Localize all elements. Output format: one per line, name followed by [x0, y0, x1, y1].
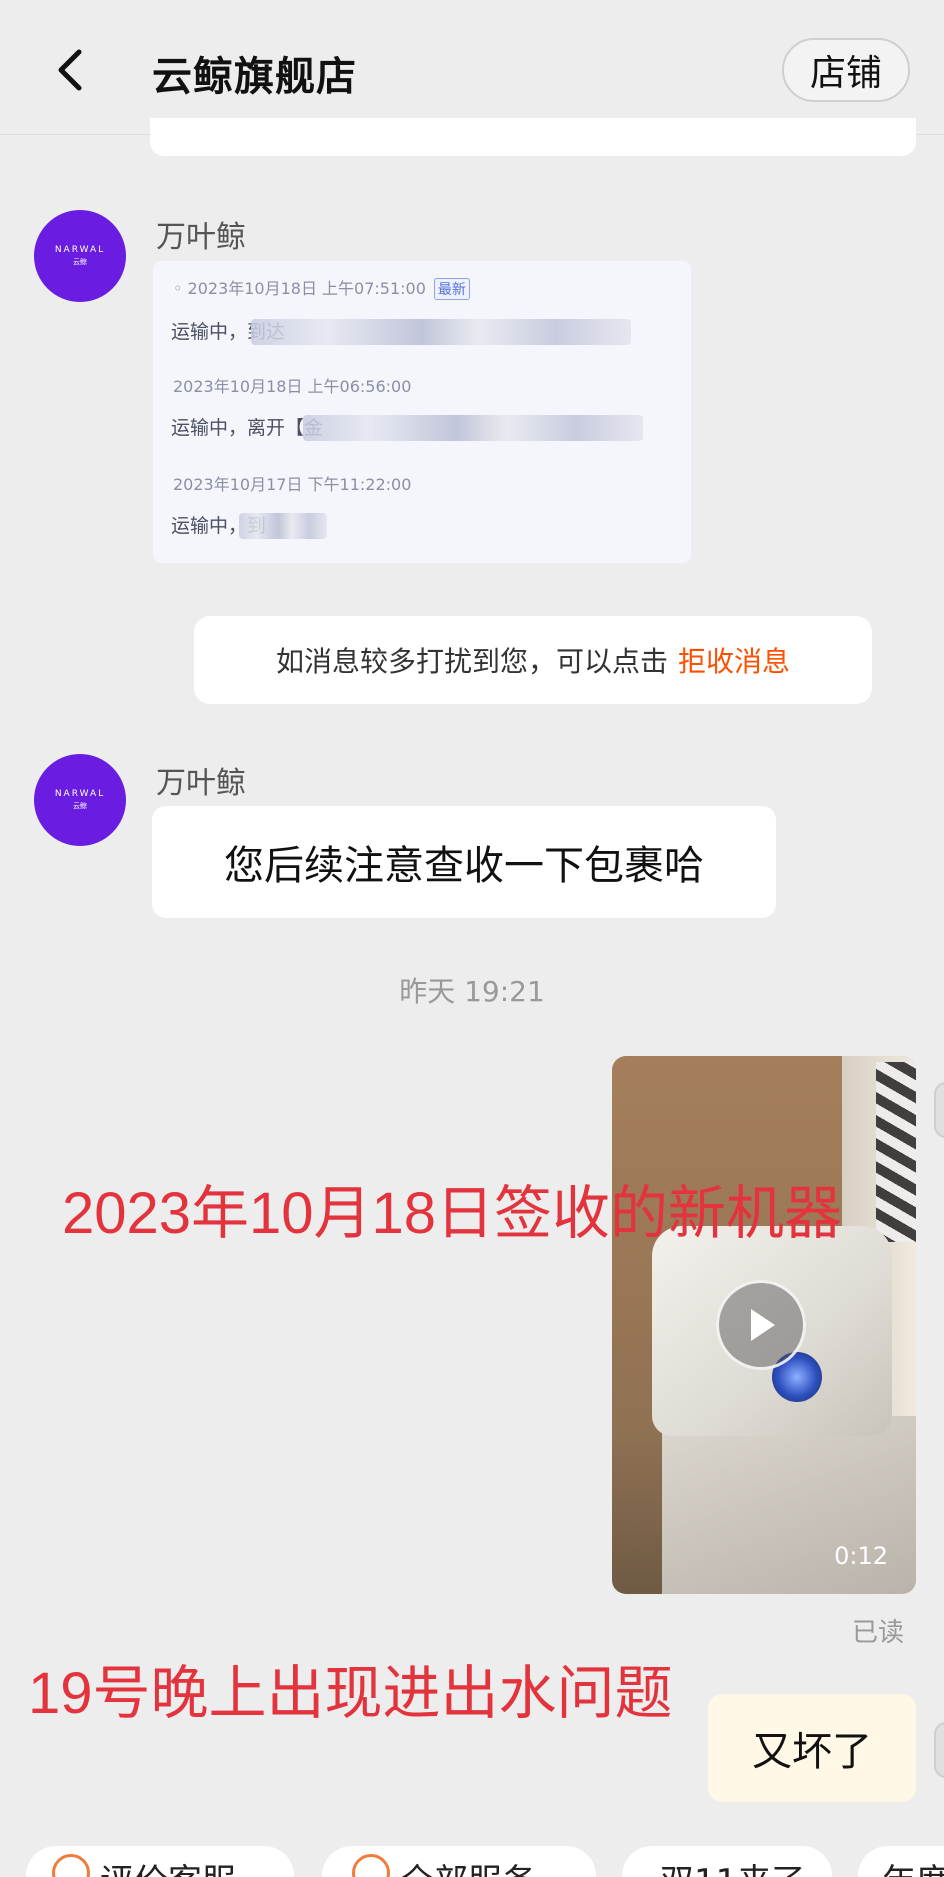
redacted-text: [251, 319, 631, 345]
reject-messages-link[interactable]: 拒收消息: [678, 640, 790, 680]
store-button[interactable]: 店铺: [782, 38, 910, 102]
tracking-status: 运输中，离开【金: [171, 417, 324, 439]
tracking-time: 2023年10月18日 上午06:56:00: [173, 377, 412, 396]
clock-icon: ◦: [173, 279, 183, 298]
back-button[interactable]: [44, 40, 96, 100]
quick-reply-bar: 评价客服 全部服务 双11来了 年度: [0, 1836, 944, 1877]
play-button[interactable]: [716, 1280, 806, 1370]
avatar[interactable]: NARWAL 云鲸: [34, 754, 126, 846]
previous-message-card: [150, 118, 916, 156]
read-status: 已读: [852, 1618, 905, 1648]
avatar[interactable]: [934, 1082, 944, 1138]
message-bubble[interactable]: 又坏了: [708, 1694, 916, 1802]
people-icon: [352, 1854, 390, 1877]
redacted-text: [303, 415, 643, 441]
tracking-time: ◦ 2023年10月18日 上午07:51:00 最新: [173, 275, 470, 300]
newest-badge: 最新: [433, 278, 470, 300]
tracking-time: 2023年10月17日 下午11:22:00: [173, 475, 412, 494]
quick-reply-chip[interactable]: 年度: [858, 1846, 944, 1877]
redacted-text: [239, 513, 327, 539]
service-icon: [52, 1854, 90, 1877]
play-icon: [751, 1309, 775, 1341]
page-title: 云鲸旗舰店: [152, 54, 357, 100]
chevron-left-icon: [58, 49, 82, 91]
quick-reply-chip[interactable]: 全部服务: [322, 1846, 596, 1877]
avatar[interactable]: NARWAL 云鲸: [34, 210, 126, 302]
logistics-card[interactable]: ◦ 2023年10月18日 上午07:51:00 最新 运输中，到达 2023年1…: [152, 260, 692, 564]
nav-header: 云鲸旗舰店 店铺: [0, 0, 944, 135]
reject-notice: 如消息较多打扰到您，可以点击 拒收消息: [194, 616, 872, 704]
video-message[interactable]: 0:12: [612, 1056, 916, 1594]
message-bubble[interactable]: 您后续注意查收一下包裹哈: [152, 806, 776, 918]
avatar[interactable]: [934, 1722, 944, 1778]
annotation-text: 19号晚上出现进出水问题: [28, 1661, 673, 1726]
quick-reply-chip[interactable]: 评价客服: [26, 1846, 294, 1877]
sender-name: 万叶鲸: [156, 220, 246, 255]
sender-name: 万叶鲸: [156, 766, 246, 801]
video-duration: 0:12: [834, 1542, 888, 1570]
quick-reply-chip[interactable]: 双11来了: [622, 1846, 832, 1877]
annotation-text: 2023年10月18日签收的新机器: [62, 1181, 843, 1246]
message-timestamp: 昨天 19:21: [399, 975, 545, 1008]
